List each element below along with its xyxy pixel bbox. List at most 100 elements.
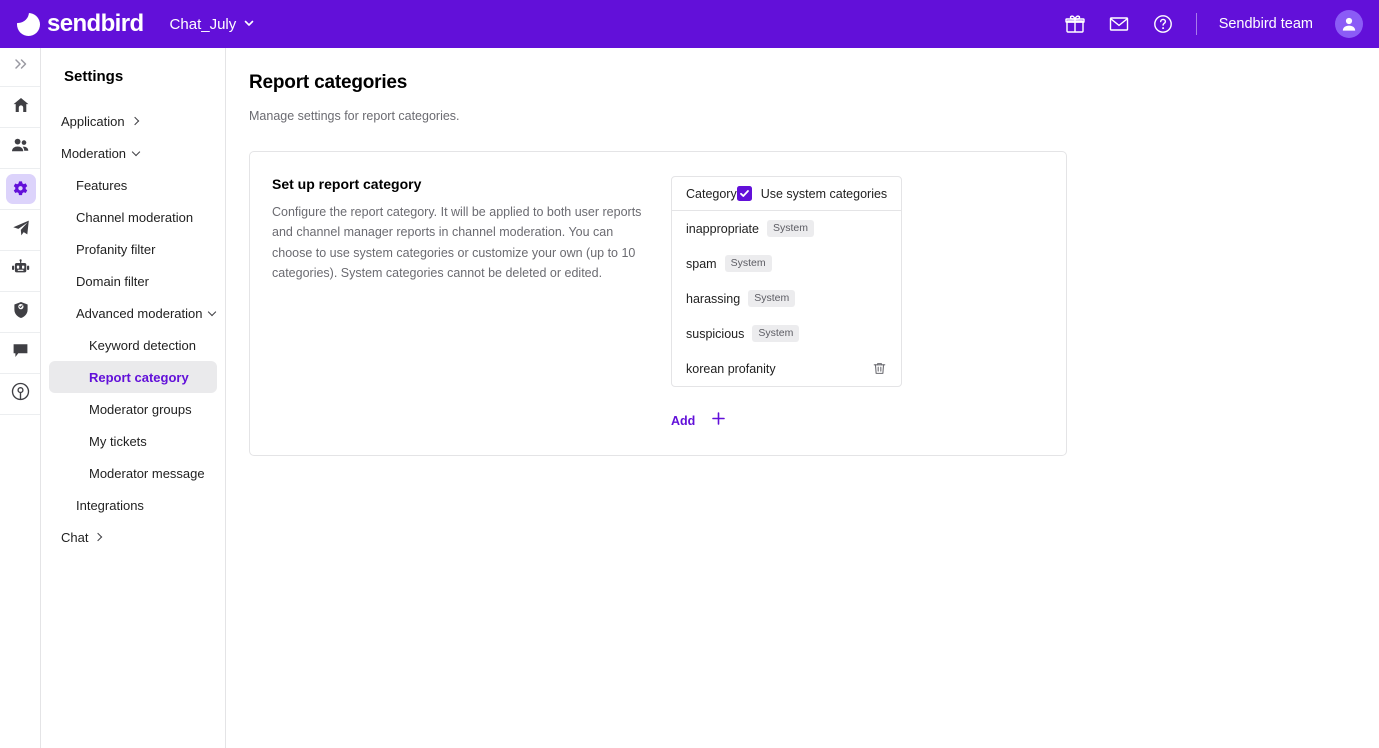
card-description: Configure the report category. It will b… <box>272 205 642 281</box>
sidebar-item-report-category[interactable]: Report category <box>49 361 217 393</box>
app-switcher[interactable]: Chat_July <box>170 16 256 33</box>
app-switcher-label: Chat_July <box>169 15 237 33</box>
sidebar-item-moderator-groups[interactable]: Moderator groups <box>49 393 217 425</box>
divider <box>0 209 40 210</box>
card-description-column: Set up report category Configure the rep… <box>272 176 647 431</box>
expand-chevrons-icon <box>13 56 29 77</box>
category-name: korean profanity <box>686 361 776 376</box>
checkbox-checked-icon[interactable] <box>736 186 752 201</box>
sidebar-item-keyword-detection[interactable]: Keyword detection <box>49 329 217 361</box>
robot-icon <box>11 259 30 283</box>
divider <box>0 127 40 128</box>
category-panel-header: Category Use system categories <box>672 177 902 211</box>
sidebar-item-moderator-message[interactable]: Moderator message <box>49 457 217 489</box>
sidebar-item-label: Chat <box>61 529 89 545</box>
sidebar-item-domain-filter[interactable]: Domain filter <box>49 265 217 297</box>
system-badge: System <box>748 289 796 308</box>
sidebar-item-label: Moderator groups <box>89 401 192 417</box>
divider <box>0 250 40 251</box>
brand-logo[interactable]: sendbird <box>16 10 144 37</box>
broadcast-icon <box>11 382 30 406</box>
rail-item-chat[interactable] <box>0 335 41 371</box>
main-content: Report categories Manage settings for re… <box>227 48 1379 748</box>
add-category-label: Add <box>671 414 696 428</box>
divider <box>0 414 40 415</box>
divider <box>0 332 40 333</box>
chevron-down-icon <box>208 307 217 316</box>
system-badge: System <box>724 254 772 273</box>
top-navigation-bar: sendbird Chat_July Sendbird team <box>0 0 1379 48</box>
sidebar-item-profanity-filter[interactable]: Profanity filter <box>49 233 217 265</box>
chevron-down-icon <box>243 16 255 33</box>
use-system-categories-toggle[interactable]: Use system categories <box>736 186 888 201</box>
category-row: inappropriate System <box>672 211 901 246</box>
chat-bubble-icon <box>12 342 29 364</box>
sidebar-nav-list: Application Moderation Features Channel mod… <box>41 105 225 553</box>
category-row: spam System <box>672 246 901 281</box>
rail-item-home[interactable] <box>0 89 41 125</box>
category-column-header: Category <box>686 186 737 201</box>
card-heading: Set up report category <box>272 176 422 192</box>
category-name: harassing <box>686 291 741 306</box>
sidebar-item-label: Moderation <box>61 145 127 161</box>
category-name: inappropriate <box>686 221 759 236</box>
sidebar-item-label: Features <box>76 177 128 193</box>
add-category-button[interactable]: Add <box>671 411 902 431</box>
rail-item-send[interactable] <box>0 212 41 248</box>
page-subtitle: Manage settings for report categories. <box>249 109 460 123</box>
category-panel-column: Category Use system categories inappropr… <box>671 176 903 431</box>
sidebar-item-label: Keyword detection <box>89 337 196 353</box>
sidebar-item-advanced-moderation[interactable]: Advanced moderation <box>49 297 217 329</box>
envelope-icon[interactable] <box>1108 13 1130 35</box>
sidebar-item-chat[interactable]: Chat <box>49 521 217 553</box>
sidebar-item-features[interactable]: Features <box>49 169 217 201</box>
category-panel: Category Use system categories inappropr… <box>671 176 903 387</box>
rail-item-settings[interactable] <box>0 171 41 207</box>
divider <box>0 168 40 169</box>
icon-rail <box>0 48 41 748</box>
settings-sidebar: Settings Application Moderation Features Ch… <box>41 48 226 748</box>
divider <box>0 373 40 374</box>
system-badge: System <box>752 324 800 343</box>
sidebar-item-label: Report category <box>89 369 189 385</box>
plus-icon <box>711 411 726 431</box>
rail-item-moderation[interactable] <box>0 294 41 330</box>
users-icon <box>11 136 30 160</box>
sidebar-item-integrations[interactable]: Integrations <box>49 489 217 521</box>
page-title: Report categories <box>249 72 408 93</box>
sidebar-item-label: Moderator message <box>89 465 205 481</box>
top-bar-actions: Sendbird team <box>1064 10 1363 38</box>
home-icon <box>12 96 30 119</box>
chevron-right-icon <box>130 116 139 126</box>
paper-plane-icon <box>12 219 30 242</box>
help-circle-icon[interactable] <box>1152 13 1174 35</box>
gift-icon[interactable] <box>1064 13 1086 35</box>
sidebar-item-label: Profanity filter <box>76 241 156 257</box>
system-badge: System <box>766 219 814 238</box>
trash-icon[interactable] <box>872 361 887 376</box>
report-category-card: Set up report category Configure the rep… <box>249 151 1067 456</box>
sidebar-item-my-tickets[interactable]: My tickets <box>49 425 217 457</box>
sidebar-item-moderation[interactable]: Moderation <box>49 137 217 169</box>
avatar[interactable] <box>1335 10 1363 38</box>
shield-check-icon <box>12 301 30 324</box>
rail-item-broadcast[interactable] <box>0 376 41 412</box>
sidebar-item-channel-moderation[interactable]: Channel moderation <box>49 201 217 233</box>
rail-item-bots[interactable] <box>0 253 41 289</box>
rail-item-expand-chevrons[interactable] <box>0 48 41 84</box>
brand-name: sendbird <box>47 10 144 37</box>
use-system-categories-label: Use system categories <box>760 186 888 201</box>
chevron-down-icon <box>131 147 141 156</box>
category-row: korean profanity <box>672 351 901 386</box>
sidebar-item-label: Channel moderation <box>76 209 194 225</box>
sidebar-item-label: Advanced moderation <box>76 305 203 321</box>
category-row-list: inappropriate System spam System harassing Sy… <box>672 211 901 386</box>
divider <box>0 86 40 87</box>
category-row: harassing System <box>672 281 901 316</box>
sidebar-item-application[interactable]: Application <box>49 105 217 137</box>
sidebar-item-label: Domain filter <box>76 273 149 289</box>
divider <box>0 291 40 292</box>
sidebar-title: Settings <box>64 68 124 85</box>
gear-icon <box>5 174 36 204</box>
rail-item-users[interactable] <box>0 130 41 166</box>
